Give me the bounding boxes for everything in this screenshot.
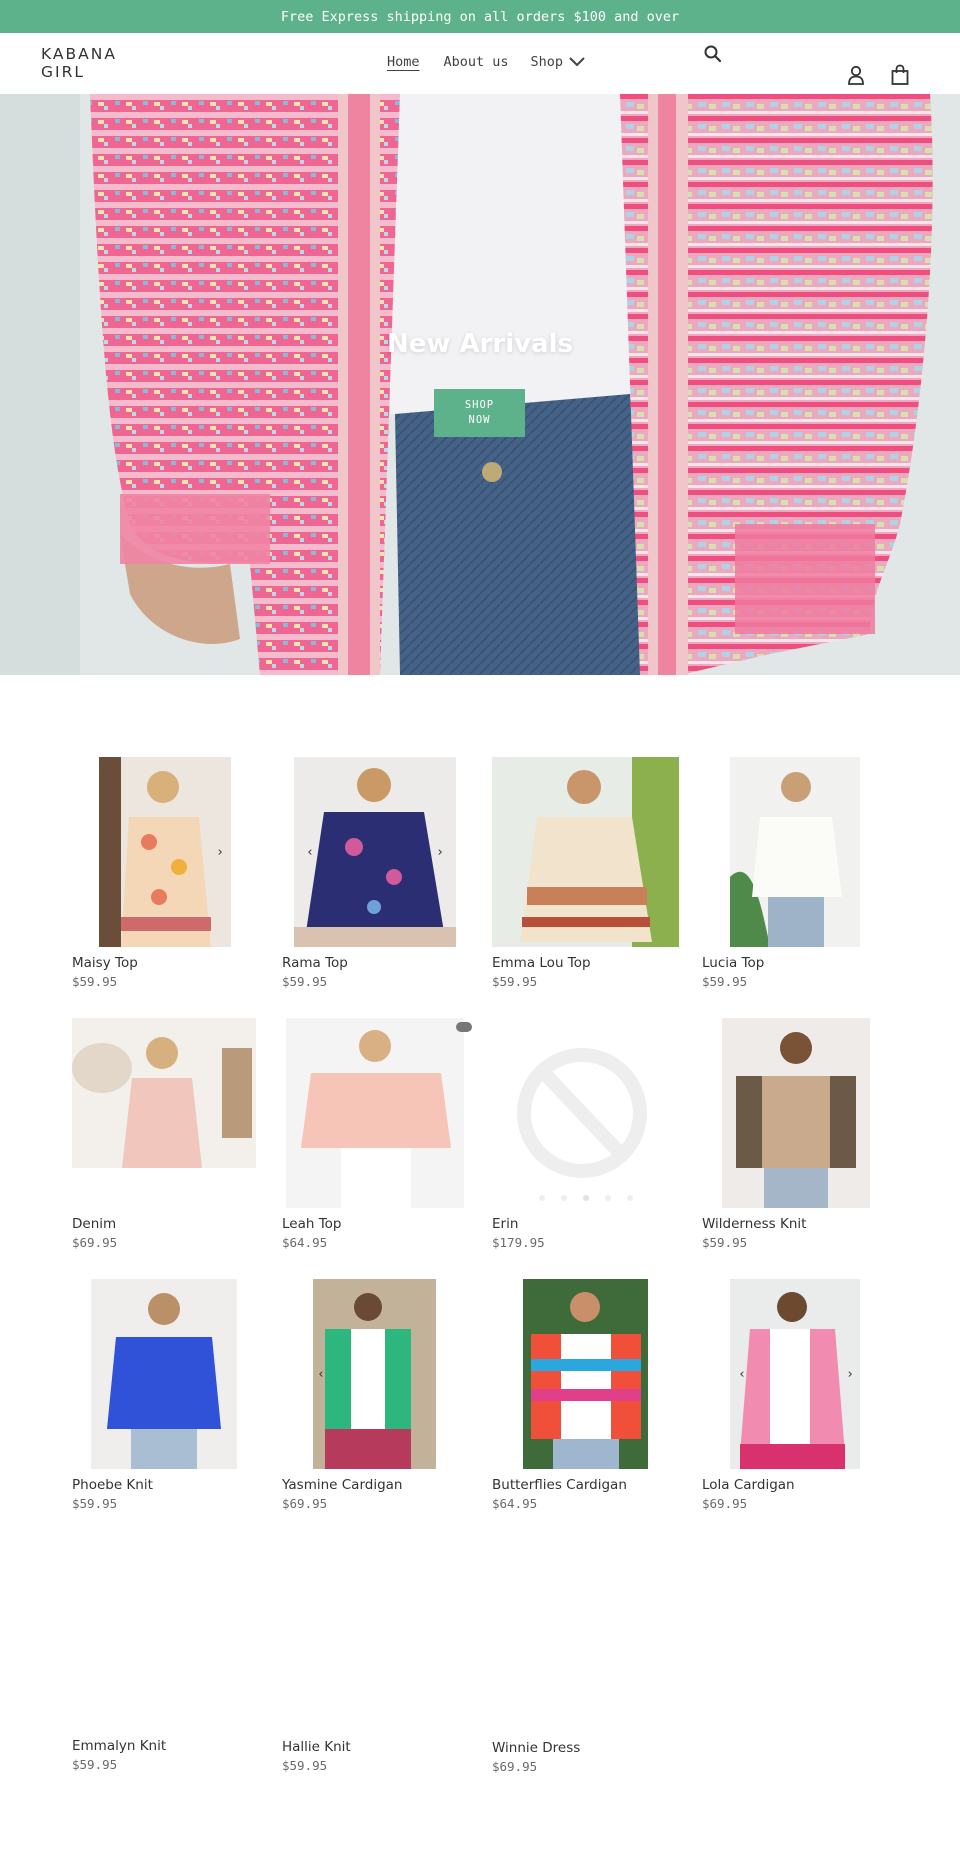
product-price: $59.95 xyxy=(72,974,118,989)
hero-title: New Arrivals xyxy=(386,329,574,359)
product-title[interactable]: Leah Top xyxy=(282,1216,342,1232)
product-price: $179.95 xyxy=(492,1235,545,1250)
hero-banner: New Arrivals SHOP NOW xyxy=(0,94,960,675)
next-image-arrow[interactable]: › xyxy=(432,842,448,862)
next-image-arrow[interactable]: › xyxy=(212,842,228,862)
product-price: $69.95 xyxy=(702,1496,748,1511)
product-price: $59.95 xyxy=(492,974,538,989)
product-photo xyxy=(722,1018,870,1208)
product-image[interactable] xyxy=(282,1540,472,1730)
prev-image-arrow[interactable]: ‹ xyxy=(302,842,318,862)
product-price: $64.95 xyxy=(492,1496,538,1511)
product-card[interactable]: Winnie Dress $69.95 xyxy=(492,1540,682,1780)
product-photo xyxy=(72,1018,256,1208)
product-price: $59.95 xyxy=(282,974,328,989)
product-price: $59.95 xyxy=(282,1758,328,1773)
product-card[interactable]: ‹ Yasmine Cardigan $69.95 xyxy=(282,1279,472,1519)
product-title[interactable]: Emmalyn Knit xyxy=(72,1738,166,1754)
product-card[interactable]: Emmalyn Knit $59.95 xyxy=(72,1540,262,1780)
product-image[interactable] xyxy=(523,1279,648,1469)
product-photo xyxy=(492,757,679,947)
hero-image xyxy=(0,94,960,675)
product-image[interactable] xyxy=(91,1279,237,1469)
product-title[interactable]: Rama Top xyxy=(282,955,348,971)
product-title[interactable]: Emma Lou Top xyxy=(492,955,591,971)
product-image[interactable] xyxy=(313,1279,436,1469)
product-photo xyxy=(286,1018,464,1208)
product-title[interactable]: Butterflies Cardigan xyxy=(492,1477,627,1493)
placeholder-image-icon xyxy=(517,1048,647,1201)
product-title[interactable]: Winnie Dress xyxy=(492,1740,580,1756)
product-card[interactable]: › Maisy Top $59.95 xyxy=(72,757,262,997)
nav-about-us[interactable]: About us xyxy=(444,54,509,70)
product-price: $69.95 xyxy=(492,1759,538,1774)
product-card[interactable]: Butterflies Cardigan $64.95 xyxy=(492,1279,682,1519)
product-price: $64.95 xyxy=(282,1235,328,1250)
prev-image-arrow[interactable]: ‹ xyxy=(734,1364,750,1384)
product-price: $59.95 xyxy=(72,1496,118,1511)
announcement-bar: Free Express shipping on all orders $100… xyxy=(0,0,960,33)
product-photo xyxy=(313,1279,436,1469)
product-price: $69.95 xyxy=(282,1496,328,1511)
product-price: $59.95 xyxy=(702,1235,748,1250)
prev-image-arrow[interactable]: ‹ xyxy=(313,1364,329,1384)
product-card[interactable]: Denim $69.95 xyxy=(72,1018,262,1258)
search-button[interactable] xyxy=(703,44,723,64)
product-card[interactable]: Emma Lou Top $59.95 xyxy=(492,757,682,997)
product-image[interactable] xyxy=(492,1540,682,1730)
nav-shop[interactable]: Shop xyxy=(531,54,586,70)
product-title[interactable]: Lucia Top xyxy=(702,955,764,971)
search-icon xyxy=(704,45,722,63)
product-photo xyxy=(91,1279,237,1469)
product-title[interactable]: Erin xyxy=(492,1216,518,1232)
product-price: $59.95 xyxy=(72,1757,118,1772)
product-image[interactable] xyxy=(286,1018,464,1208)
product-price: $59.95 xyxy=(702,974,748,989)
product-image[interactable] xyxy=(730,757,860,947)
product-title[interactable]: Lola Cardigan xyxy=(702,1477,795,1493)
product-photo xyxy=(523,1279,648,1469)
product-image[interactable] xyxy=(492,757,679,947)
product-title[interactable]: Phoebe Knit xyxy=(72,1477,153,1493)
site-logo[interactable]: KABANA GIRL xyxy=(41,45,151,81)
account-icon xyxy=(848,65,864,85)
product-image[interactable] xyxy=(72,1018,256,1208)
product-image[interactable] xyxy=(72,1540,262,1730)
product-photo xyxy=(730,757,860,947)
nav-shop-label: Shop xyxy=(530,54,564,70)
product-title[interactable]: Yasmine Cardigan xyxy=(282,1477,402,1493)
main-nav: Home About us Shop xyxy=(387,54,585,70)
shop-now-label: SHOP NOW xyxy=(464,399,495,426)
cart-icon xyxy=(891,64,909,85)
product-card[interactable]: Phoebe Knit $59.95 xyxy=(72,1279,262,1519)
nav-home[interactable]: Home xyxy=(387,54,420,70)
account-button[interactable] xyxy=(846,64,866,86)
shop-now-button[interactable]: SHOP NOW xyxy=(434,389,525,437)
product-card[interactable]: Hallie Knit $59.95 xyxy=(282,1540,472,1780)
product-price: $69.95 xyxy=(72,1235,118,1250)
next-image-arrow[interactable]: › xyxy=(842,1364,858,1384)
product-title[interactable]: Denim xyxy=(72,1216,116,1232)
product-card[interactable]: Leah Top $64.95 xyxy=(282,1018,472,1258)
product-title[interactable]: Wilderness Knit xyxy=(702,1216,806,1232)
product-title[interactable]: Hallie Knit xyxy=(282,1739,351,1755)
announcement-text: Free Express shipping on all orders $100… xyxy=(280,8,680,25)
product-card[interactable]: Wilderness Knit $59.95 xyxy=(702,1018,892,1258)
site-header: KABANA GIRL Home About us Shop xyxy=(0,33,960,94)
product-title[interactable]: Maisy Top xyxy=(72,955,138,971)
image-count-badge xyxy=(456,1022,472,1032)
product-image[interactable] xyxy=(722,1018,870,1208)
chevron-down-icon xyxy=(569,57,585,67)
product-card[interactable]: Lucia Top $59.95 xyxy=(702,757,892,997)
product-image[interactable] xyxy=(492,1018,682,1208)
product-card[interactable]: ‹ › Lola Cardigan $69.95 xyxy=(702,1279,892,1519)
product-card[interactable]: ‹ › Rama Top $59.95 xyxy=(282,757,472,997)
product-card[interactable]: Erin $179.95 xyxy=(492,1018,682,1258)
cart-button[interactable] xyxy=(890,64,910,86)
